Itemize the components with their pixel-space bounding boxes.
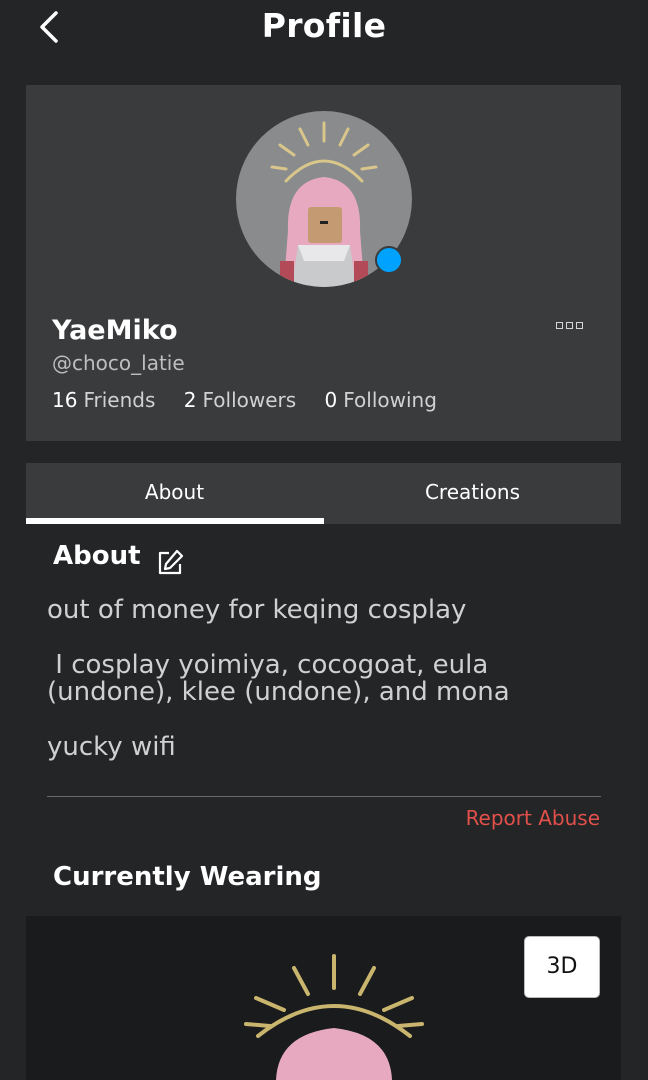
- about-heading: About: [53, 541, 141, 571]
- page-title: Profile: [261, 6, 387, 45]
- following-count: 0: [324, 388, 338, 412]
- selected-tab-indicator: [26, 518, 324, 524]
- tab-creations[interactable]: Creations: [324, 463, 621, 524]
- online-status-dot: [375, 246, 403, 274]
- edit-icon: [158, 549, 184, 575]
- about-description: out of money for keqing cosplay I cospla…: [47, 597, 607, 789]
- more-options-button[interactable]: [556, 317, 590, 333]
- dot: [576, 321, 583, 329]
- dot: [566, 321, 573, 329]
- display-name: YaeMiko: [52, 315, 178, 346]
- profile-stats: 16 Friends 2 Followers 0 Following: [52, 388, 459, 412]
- followers-label: Followers: [202, 388, 297, 412]
- friends-stat[interactable]: 16 Friends: [52, 388, 155, 412]
- username: @choco_latie: [52, 351, 185, 375]
- following-label: Following: [343, 388, 437, 412]
- tab-about[interactable]: About: [26, 463, 323, 524]
- avatar-preview: 3D: [26, 916, 621, 1080]
- top-bar: Profile: [0, 0, 648, 60]
- friends-label: Friends: [83, 388, 156, 412]
- followers-stat[interactable]: 2 Followers: [184, 388, 296, 412]
- about-line: yucky wifi: [47, 732, 176, 762]
- avatar-3d-image: [244, 954, 424, 1080]
- about-line: I cosplay yoimiya, cocogoat, eula (undon…: [47, 650, 510, 707]
- profile-tabs: About Creations: [26, 463, 621, 524]
- profile-header-card: YaeMiko @choco_latie 16 Friends 2 Follower…: [26, 85, 621, 441]
- friends-count: 16: [52, 388, 78, 412]
- report-abuse-link[interactable]: Report Abuse: [466, 806, 600, 830]
- followers-count: 2: [183, 388, 197, 412]
- dot: [556, 321, 563, 329]
- edit-about-button[interactable]: [155, 548, 185, 578]
- following-stat[interactable]: 0 Following: [325, 388, 437, 412]
- divider: [47, 796, 601, 797]
- about-line: out of money for keqing cosplay: [47, 595, 467, 625]
- currently-wearing-heading: Currently Wearing: [53, 862, 322, 892]
